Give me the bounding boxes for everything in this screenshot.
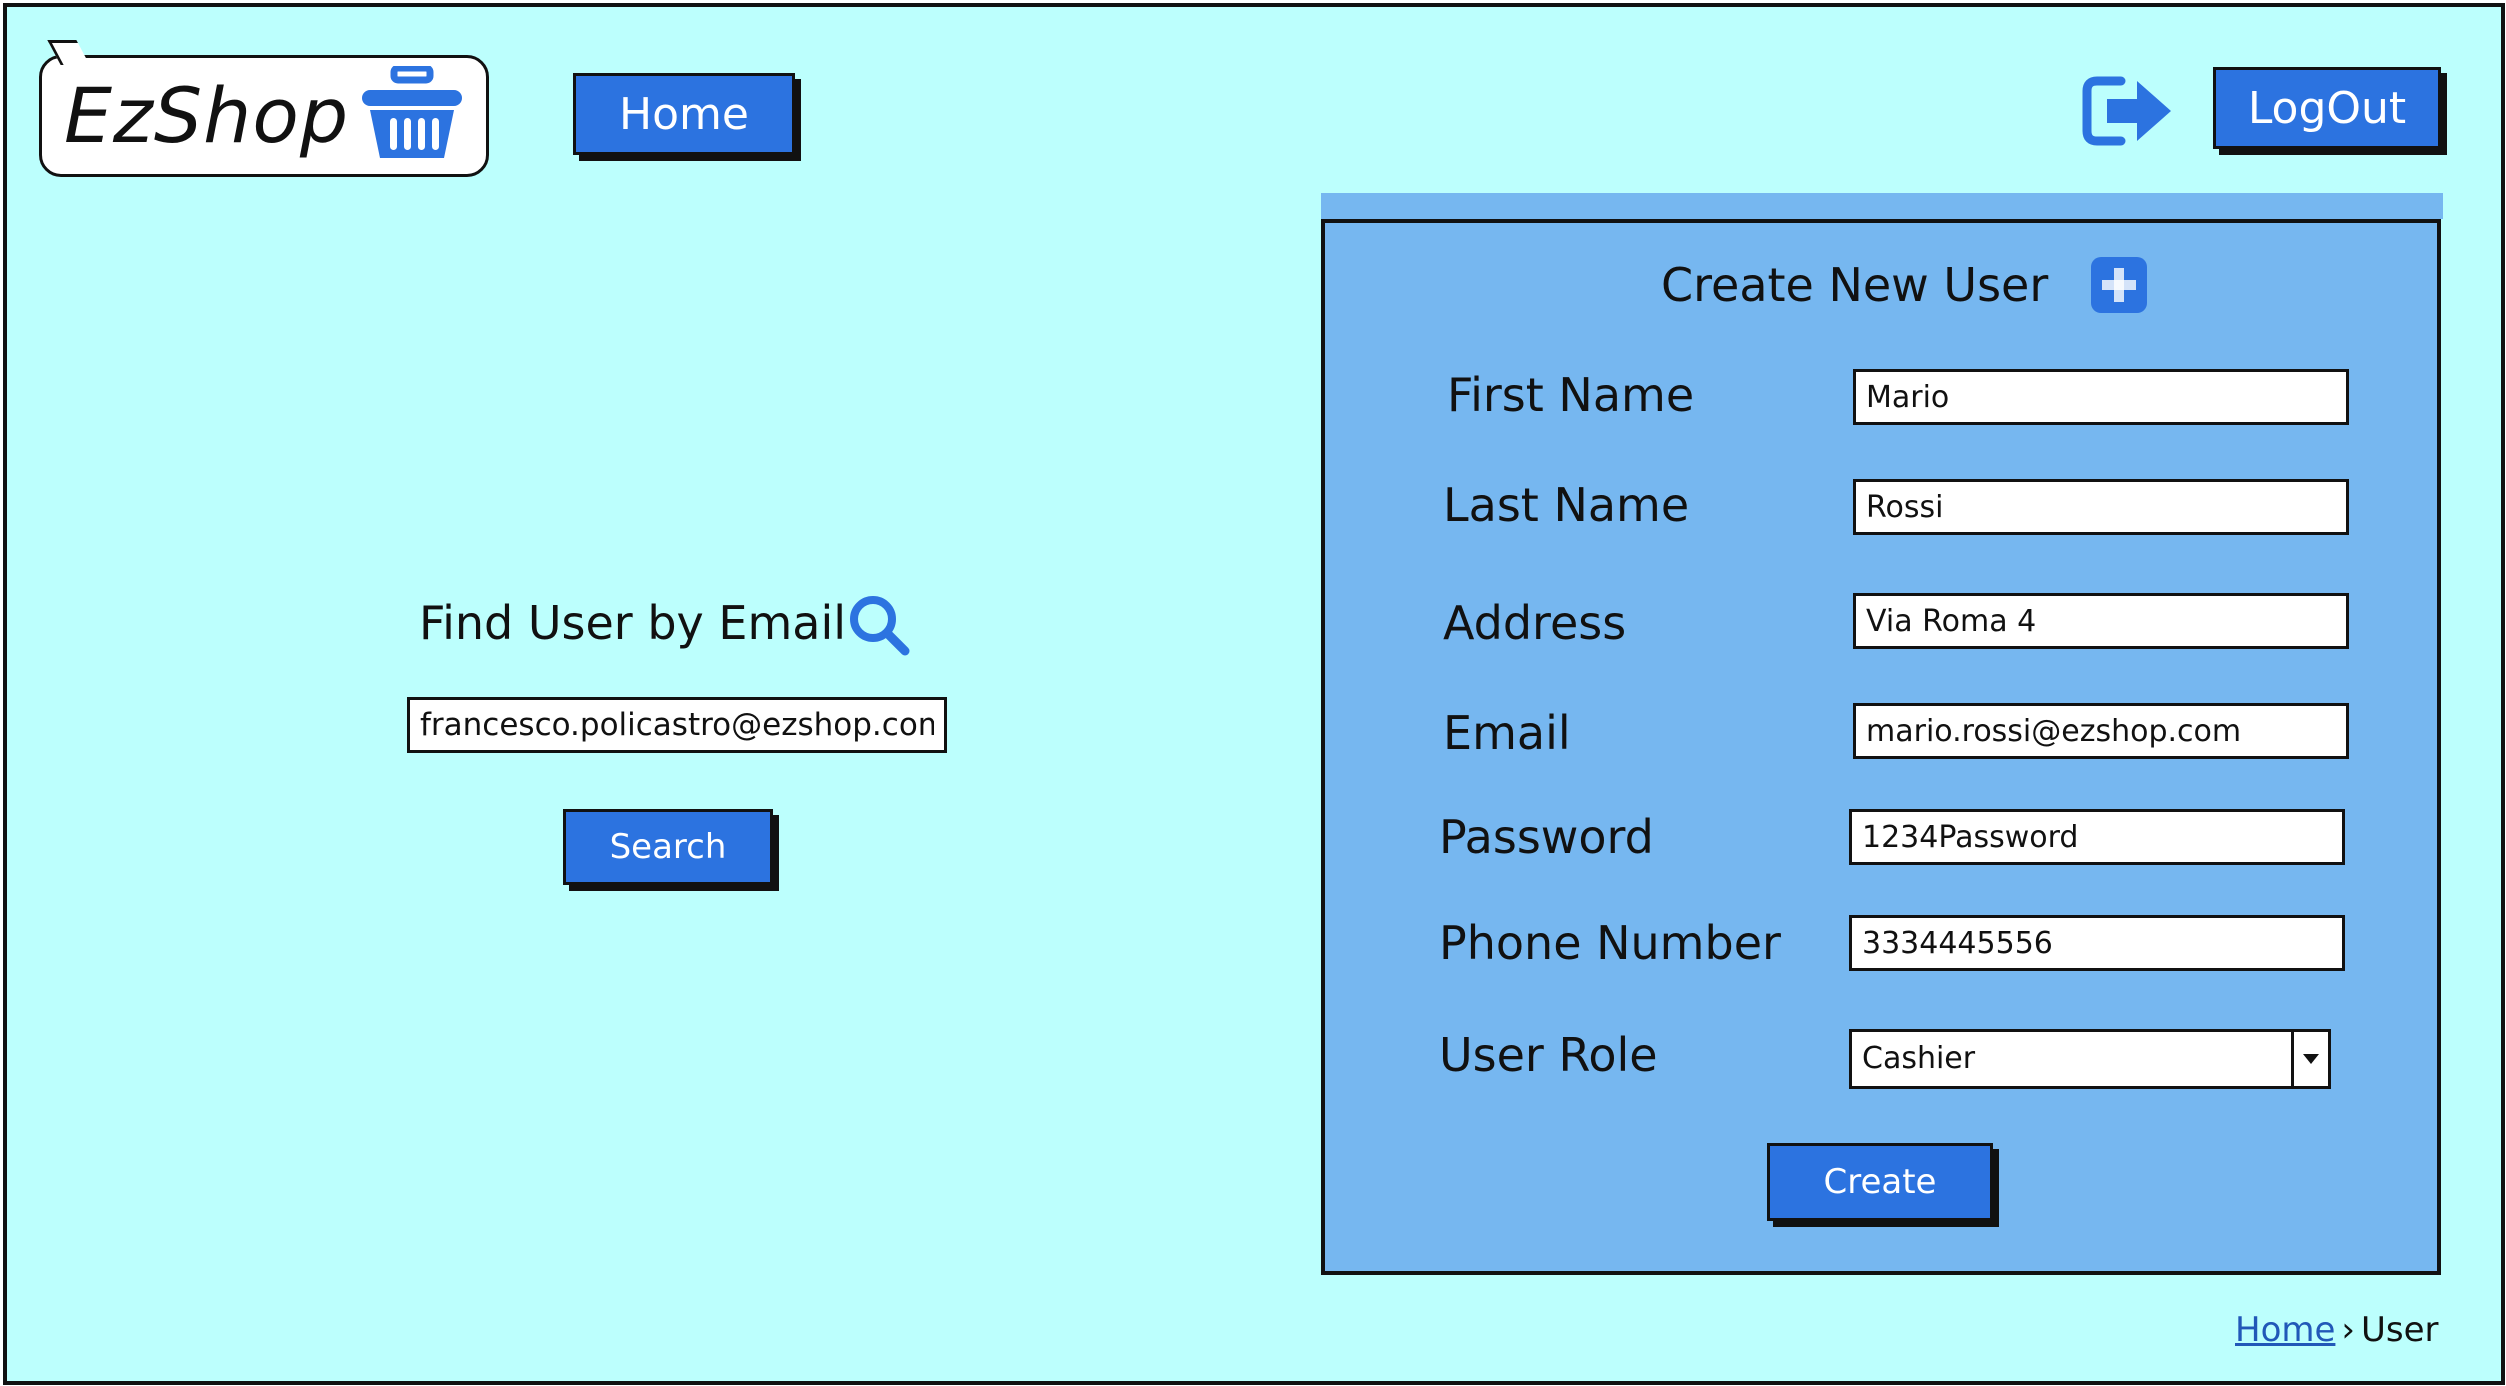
logo-text: EzShop [64,71,350,160]
email-field[interactable] [1853,703,2349,759]
shopping-basket-icon [362,66,462,158]
breadcrumb-current: User [2361,1310,2439,1350]
first-name-field[interactable] [1853,369,2349,425]
logo-speech-tail [47,40,90,65]
plus-icon[interactable] [2091,257,2147,313]
user-role-select[interactable]: Cashier [1849,1029,2331,1089]
create-button-label: Create [1823,1162,1937,1202]
chevron-down-icon[interactable] [2291,1032,2328,1086]
user-role-label: User Role [1439,1028,1658,1082]
last-name-field[interactable] [1853,479,2349,535]
search-button[interactable]: Search [563,809,773,885]
find-user-title: Find User by Email [419,596,847,650]
search-email-input[interactable] [407,697,947,753]
breadcrumb-home-link[interactable]: Home [2235,1310,2335,1350]
user-role-value: Cashier [1862,1041,1976,1076]
password-field[interactable] [1849,809,2345,865]
create-user-title: Create New User [1661,258,2049,312]
logout-button-label: LogOut [2247,82,2407,134]
breadcrumb: Home › User [2235,1307,2439,1353]
password-label: Password [1439,810,1654,864]
panel-header-bar [1321,193,2443,219]
create-user-panel: Create New User First Name Last Name Add… [1321,219,2441,1275]
home-button[interactable]: Home [573,73,795,155]
email-label: Email [1443,706,1571,760]
home-button-label: Home [619,88,749,140]
logo[interactable]: EzShop [39,40,489,177]
last-name-label: Last Name [1443,478,1690,532]
create-button[interactable]: Create [1767,1143,1993,1221]
address-label: Address [1443,596,1627,650]
logout-button[interactable]: LogOut [2213,67,2441,149]
app-window: EzShop Home LogOut Find User by Email Se… [3,3,2505,1385]
breadcrumb-separator: › [2341,1310,2356,1350]
address-field[interactable] [1853,593,2349,649]
phone-number-field[interactable] [1849,915,2345,971]
search-button-label: Search [609,827,727,867]
phone-number-label: Phone Number [1439,916,1781,970]
magnifier-icon[interactable] [847,593,911,657]
logout-icon[interactable] [2081,73,2177,149]
first-name-label: First Name [1447,368,1695,422]
